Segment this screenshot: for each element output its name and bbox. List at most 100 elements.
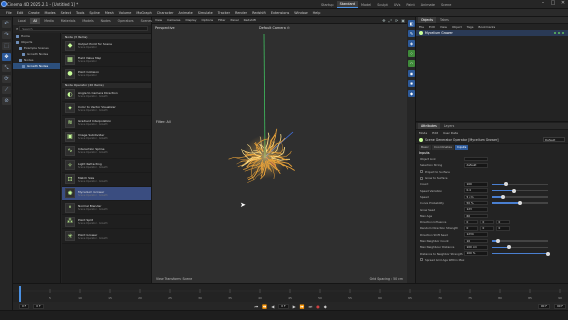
layout-tab-paint[interactable]: Paint <box>403 2 417 8</box>
viewport-menu-redshift[interactable]: Redshift <box>244 18 256 22</box>
slider-knob[interactable] <box>495 238 500 243</box>
checkbox[interactable] <box>420 258 423 262</box>
property-field[interactable]: 5 cm <box>464 194 488 200</box>
menu-animate[interactable]: Animate <box>179 11 193 15</box>
layout-tab-uvs[interactable]: UVs <box>391 2 404 8</box>
viewport-menu-view[interactable]: View <box>155 18 162 22</box>
pen-icon[interactable]: ✎ <box>408 30 415 37</box>
asset-tab-media[interactable]: Media <box>41 18 57 24</box>
max-frame-field[interactable]: 90 F <box>553 303 567 309</box>
asset-item[interactable]: ⚬ Normal Blender Scene Operator · Growth <box>62 201 151 216</box>
playhead[interactable] <box>19 286 21 302</box>
maximize-icon[interactable]: □ <box>548 0 558 6</box>
layout-tab-model[interactable]: Model <box>358 2 374 8</box>
cube-icon[interactable]: ◧ <box>408 20 415 27</box>
property-field[interactable]: 123 <box>464 207 488 212</box>
slider-knob[interactable] <box>518 201 522 206</box>
visibility-dot-icon[interactable] <box>553 31 556 35</box>
property-field[interactable]: 50 % <box>464 200 488 206</box>
asset-item[interactable]: ≋ Gradient Interpolation Scene Operator · … <box>62 116 151 131</box>
move-icon[interactable]: ✥ <box>2 53 11 61</box>
asset-search-input[interactable]: Search <box>19 26 148 31</box>
property-slider[interactable] <box>492 201 548 206</box>
menu-file[interactable]: File <box>6 11 12 15</box>
light-icon[interactable]: ✹ <box>408 80 415 87</box>
go-end-icon[interactable]: ⏭ <box>309 304 313 309</box>
select-icon[interactable]: ⬚ <box>2 42 11 50</box>
subtab-inputs[interactable]: Inputs <box>454 144 469 150</box>
objects-menu-object[interactable]: Object <box>452 25 462 29</box>
slider-knob[interactable] <box>504 182 508 187</box>
play-icon[interactable]: ▶ <box>293 304 296 309</box>
menu-mesh[interactable]: Mesh <box>105 11 114 15</box>
keyframe-icon[interactable]: ◆ <box>324 304 327 309</box>
checkbox[interactable] <box>420 176 423 180</box>
asset-tab-operators[interactable]: Operators <box>115 18 137 24</box>
property-slider[interactable] <box>492 182 548 187</box>
redo-icon[interactable]: ↷ <box>2 31 11 39</box>
asset-item[interactable]: ✺ Mycelium Grower Scene Operator · Growth <box>62 186 151 202</box>
layout-tab-startup[interactable]: Startup <box>318 2 337 8</box>
slider-knob[interactable] <box>506 245 511 250</box>
rotate-icon[interactable]: ⟳ <box>2 75 11 83</box>
vector-field[interactable]: 0 <box>496 219 510 225</box>
toggle-view-icon[interactable]: ▣ <box>401 18 405 23</box>
asset-item[interactable]: ⊡ Match Size Scene Operator · Growth <box>62 173 151 187</box>
vector-field[interactable]: 0 <box>464 219 478 225</box>
menu-extensions[interactable]: Extensions <box>271 11 289 15</box>
menu-modes[interactable]: Modes <box>45 11 56 15</box>
object-row[interactable]: Mycelium Grower <box>416 30 568 36</box>
property-field[interactable]: 60 <box>464 213 488 219</box>
property-field[interactable]: 10 <box>464 238 488 244</box>
tab-takes[interactable]: Takes <box>437 17 452 23</box>
enable-check-icon[interactable] <box>561 31 564 35</box>
prev-key-icon[interactable]: ⏪ <box>262 304 267 309</box>
menu-mograph[interactable]: MoGraph <box>136 11 151 15</box>
objects-menu-edit[interactable]: Edit <box>429 25 435 29</box>
slider-knob[interactable] <box>512 188 517 193</box>
fps-field[interactable]: 0 F <box>33 303 44 309</box>
asset-item[interactable]: ◐ Angle to Camera Direction Scene Operator… <box>62 88 151 102</box>
attributes-menu-mode[interactable]: Mode <box>419 131 427 135</box>
asset-tab-local[interactable]: Local <box>15 18 29 24</box>
viewport[interactable]: View Cameras Display Options Filter Panel Reds… <box>152 17 407 283</box>
menu-tools[interactable]: Tools <box>76 11 84 15</box>
menu-create[interactable]: Create <box>28 11 39 15</box>
objects-menu-file[interactable]: File <box>419 25 424 29</box>
menu-select[interactable]: Select <box>61 11 71 15</box>
property-field[interactable]: 1234 <box>464 232 488 237</box>
attributes-menu-edit[interactable]: Edit <box>432 131 438 135</box>
asset-item[interactable]: ✧ Light Refracting Scene Operator · Growth <box>62 159 151 173</box>
object-flags[interactable] <box>552 31 564 35</box>
property-slider[interactable] <box>492 251 550 256</box>
property-slider[interactable] <box>492 188 548 193</box>
deformer-icon[interactable]: ◠ <box>408 60 415 67</box>
tag-icon[interactable]: ◆ <box>408 90 415 97</box>
menu-volume[interactable]: Volume <box>119 11 132 15</box>
tab-attributes[interactable]: Attributes <box>418 123 440 129</box>
menu-tracker[interactable]: Tracker <box>218 11 230 15</box>
slider-knob[interactable] <box>501 194 506 199</box>
objects-menu-bookmarks[interactable]: Bookmarks <box>478 25 495 29</box>
scale-icon[interactable]: ⤡ <box>2 64 11 72</box>
menu-simulate[interactable]: Simulate <box>198 11 213 15</box>
vector-field[interactable]: 0 <box>480 226 494 231</box>
menu-spline[interactable]: Spline <box>89 11 99 15</box>
layout-tab-scene[interactable]: Scene <box>438 2 454 8</box>
layout-tab-standard[interactable]: Standard <box>336 1 359 8</box>
knife-icon[interactable]: ⟋ <box>2 86 11 94</box>
layout-tab-animate[interactable]: Animate <box>418 2 438 8</box>
property-field[interactable]: default <box>464 163 488 168</box>
property-field[interactable]: 100 <box>464 182 488 187</box>
objects-menu-tags[interactable]: Tags <box>467 25 474 29</box>
record-icon[interactable]: ● <box>316 304 320 309</box>
property-field[interactable]: 100 % <box>464 251 488 256</box>
menu-window[interactable]: Window <box>294 11 307 15</box>
subtab-coordinates[interactable]: Coordinates <box>431 144 454 150</box>
property-field[interactable]: 0.4 <box>464 188 488 193</box>
menu-character[interactable]: Character <box>157 11 174 15</box>
asset-item[interactable]: ● Point Collision Scene Operator <box>62 67 151 82</box>
timeline[interactable]: 051015202530354045505560657075808590 <box>13 283 568 302</box>
viewport-menu-options[interactable]: Options <box>202 18 214 22</box>
viewport-menu-filter[interactable]: Filter <box>218 18 225 22</box>
